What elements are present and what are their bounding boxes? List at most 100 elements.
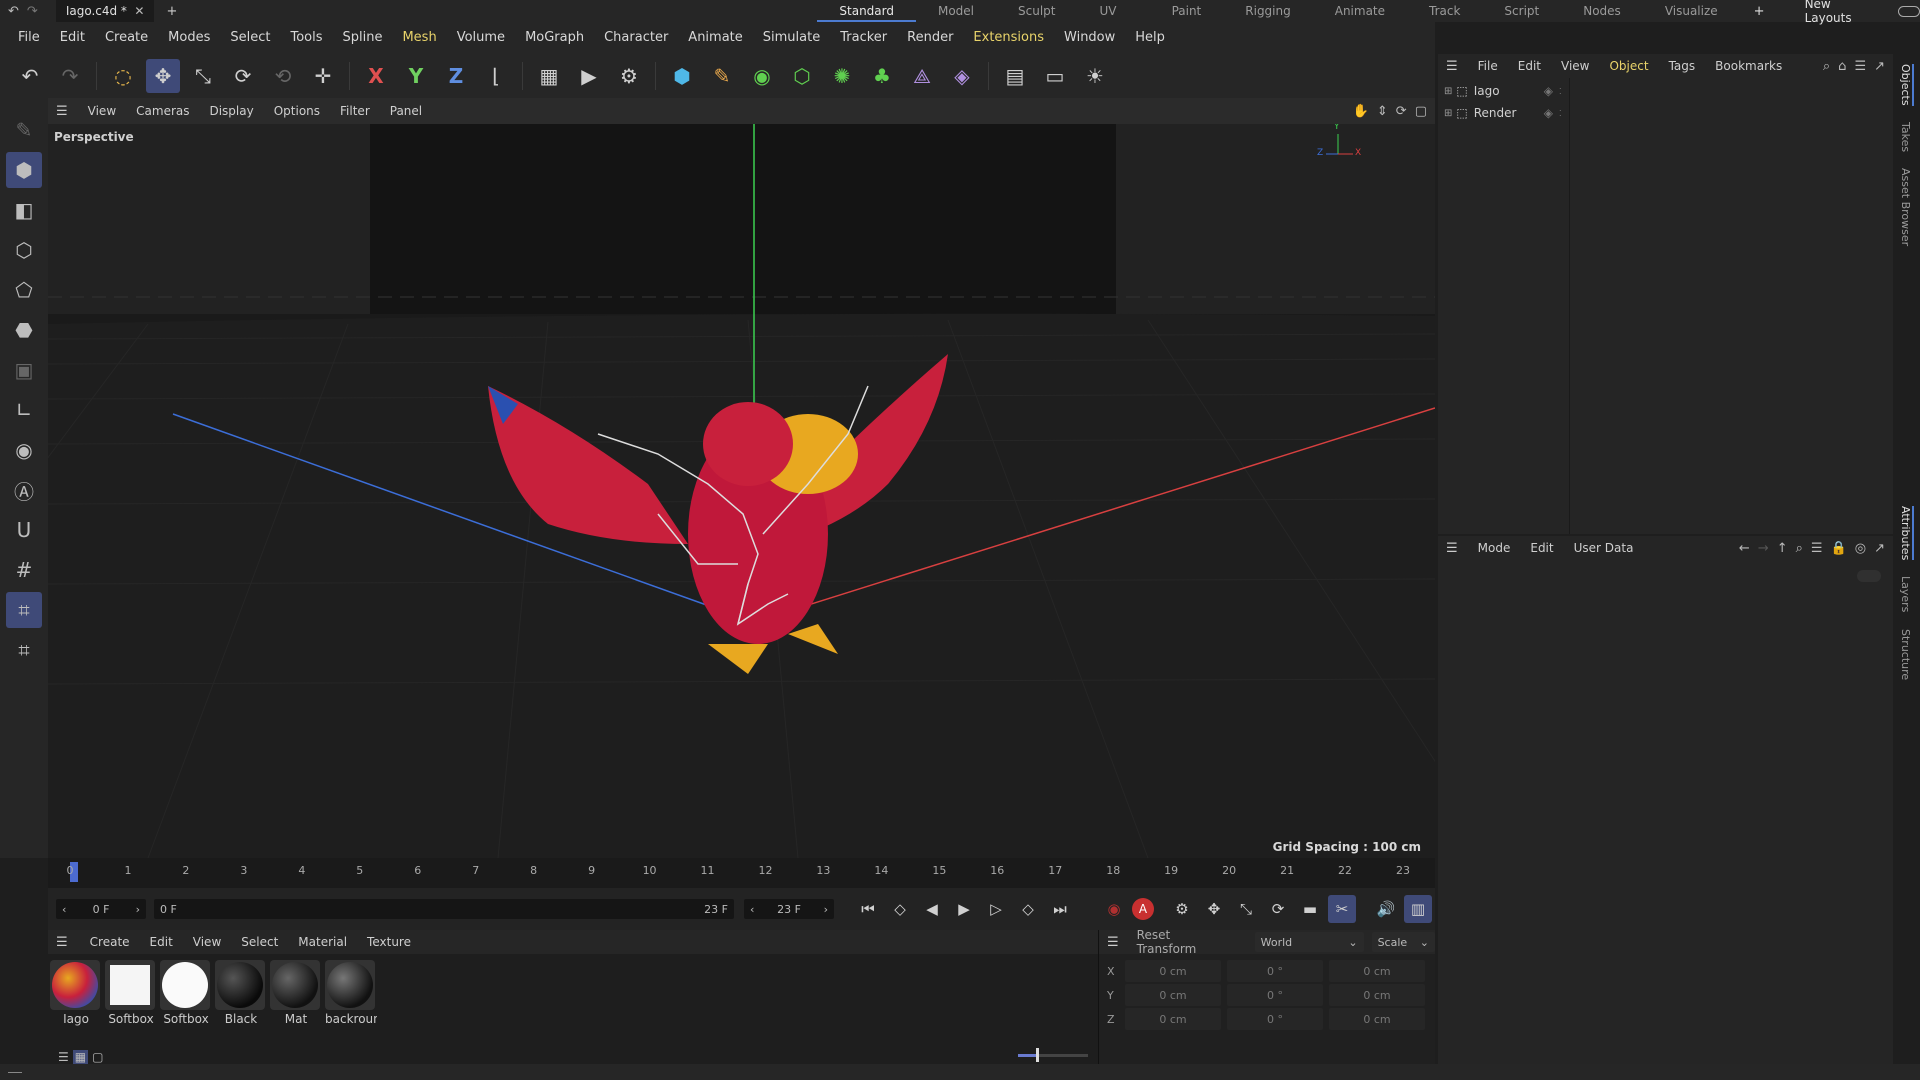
frame-range-field[interactable]: 0 F 23 F: [154, 899, 734, 919]
polygon-mode-icon[interactable]: ⬣: [6, 312, 42, 348]
viewport[interactable]: Perspective Y X Z Grid Spacing : 100 cm: [48, 124, 1435, 858]
material-menu-texture[interactable]: Texture: [357, 929, 421, 955]
attr-menu-edit[interactable]: Edit: [1520, 535, 1563, 561]
layer-icon[interactable]: ◈: [1544, 84, 1553, 98]
menu-file[interactable]: File: [8, 22, 50, 54]
goto-end-icon[interactable]: ⏭: [1046, 895, 1074, 923]
new-tab-icon[interactable]: +: [166, 4, 177, 19]
live-selection-icon[interactable]: ◌: [106, 59, 140, 93]
field-icon[interactable]: ◈: [945, 59, 979, 93]
filter-icon[interactable]: ☰: [1854, 59, 1866, 74]
menu-window[interactable]: Window: [1054, 22, 1125, 54]
mograph-icon[interactable]: ♣: [865, 59, 899, 93]
layout-tab-paint[interactable]: Paint: [1150, 0, 1224, 22]
material-menu-select[interactable]: Select: [231, 929, 288, 955]
object-menu-view[interactable]: View: [1551, 53, 1599, 79]
texture-mode-icon[interactable]: ◧: [6, 192, 42, 228]
layout-tab-track[interactable]: Track: [1407, 0, 1482, 22]
layout-tab-animate[interactable]: Animate: [1313, 0, 1407, 22]
object-menu-bookmarks[interactable]: Bookmarks: [1705, 53, 1792, 79]
menu-spline[interactable]: Spline: [333, 22, 393, 54]
model-mode-icon[interactable]: ⬢: [6, 152, 42, 188]
chevron-right-icon[interactable]: ›: [136, 903, 140, 916]
snap-icon[interactable]: U: [6, 512, 42, 548]
point-mode-icon[interactable]: ⬡: [6, 232, 42, 268]
up-arrow-icon[interactable]: ↑: [1777, 541, 1788, 556]
menu-tracker[interactable]: Tracker: [830, 22, 897, 54]
material-item[interactable]: backroun: [325, 960, 377, 1026]
side-tab-objects[interactable]: Objects: [1899, 64, 1914, 106]
chevron-left-icon[interactable]: ‹: [750, 903, 754, 916]
render-view-icon[interactable]: ▦: [532, 59, 566, 93]
cloner-icon[interactable]: ✺: [825, 59, 859, 93]
material-item[interactable]: Black: [215, 960, 267, 1026]
zoom-slider[interactable]: [1018, 1048, 1088, 1062]
layout-tab-rigging[interactable]: Rigging: [1223, 0, 1312, 22]
material-item[interactable]: Softbox: [105, 960, 157, 1026]
extrude-icon[interactable]: ⬡: [785, 59, 819, 93]
edge-mode-icon[interactable]: ⬠: [6, 272, 42, 308]
attr-toggle[interactable]: [1857, 570, 1881, 582]
menu-character[interactable]: Character: [594, 22, 678, 54]
side-tab-takes[interactable]: Takes: [1899, 122, 1912, 152]
key-scale-icon[interactable]: ⤡: [1232, 895, 1260, 923]
menu-extensions[interactable]: Extensions: [963, 22, 1054, 54]
y-axis-lock[interactable]: Y: [399, 59, 433, 93]
layout-tab-uv-edit[interactable]: UV Edit: [1078, 0, 1150, 40]
grid-view-icon[interactable]: ▦: [72, 1050, 89, 1064]
subdivision-icon[interactable]: ◉: [745, 59, 779, 93]
position-field[interactable]: 0 cm: [1125, 1008, 1221, 1030]
scale-field[interactable]: 0 cm: [1329, 1008, 1425, 1030]
workplane-icon[interactable]: ∟: [6, 392, 42, 428]
camera-icon[interactable]: ▭: [1038, 59, 1072, 93]
side-tab-structure[interactable]: Structure: [1899, 629, 1912, 680]
move-tool-icon[interactable]: ✥: [146, 59, 180, 93]
lock-icon[interactable]: 🔒: [1831, 541, 1847, 556]
motion-clip-icon[interactable]: ▥: [1404, 895, 1432, 923]
menu-simulate[interactable]: Simulate: [753, 22, 830, 54]
object-row[interactable]: ⊞ ⬚ Iago ◈ ⁚: [1444, 80, 1893, 102]
sound-icon[interactable]: 🔊: [1372, 895, 1400, 923]
space-select[interactable]: World ⌄: [1254, 932, 1364, 952]
key-pla-icon[interactable]: ✂: [1328, 895, 1356, 923]
axis-icon[interactable]: Ⓐ: [6, 472, 42, 508]
visibility-dots-icon[interactable]: ⁚: [1559, 87, 1562, 96]
undo-icon[interactable]: ↶: [8, 4, 19, 19]
viewport-menu-view[interactable]: View: [78, 98, 126, 124]
side-tab-layers[interactable]: Layers: [1899, 576, 1912, 612]
dolly-icon[interactable]: ⇕: [1377, 104, 1388, 119]
material-menu-material[interactable]: Material: [288, 929, 357, 955]
floor-icon[interactable]: ▤: [998, 59, 1032, 93]
hamburger-icon[interactable]: ☰: [56, 104, 68, 119]
snap-settings-icon[interactable]: ⌗: [6, 632, 42, 668]
layout-tab-standard[interactable]: Standard: [817, 0, 916, 22]
position-field[interactable]: 0 cm: [1125, 984, 1221, 1006]
forward-arrow-icon[interactable]: →: [1758, 541, 1769, 556]
layout-tab-sculpt[interactable]: Sculpt: [996, 0, 1077, 22]
next-key-icon[interactable]: ◇: [1014, 895, 1042, 923]
layout-tab-nodes[interactable]: Nodes: [1561, 0, 1643, 22]
menu-create[interactable]: Create: [95, 22, 158, 54]
chevron-right-icon[interactable]: ›: [824, 903, 828, 916]
current-frame-field[interactable]: ‹ 0 F ›: [56, 899, 146, 919]
goto-start-icon[interactable]: ⏮: [854, 895, 882, 923]
object-menu-file[interactable]: File: [1468, 53, 1508, 79]
rotation-field[interactable]: 0 °: [1227, 960, 1323, 982]
home-icon[interactable]: ⌂: [1838, 59, 1846, 74]
file-tab[interactable]: Iago.c4d * ✕: [55, 0, 155, 22]
hamburger-icon[interactable]: ☰: [1107, 935, 1119, 950]
coordinate-system-icon[interactable]: ⌊: [479, 59, 513, 93]
list-view-icon[interactable]: ☰: [58, 1050, 69, 1064]
material-menu-view[interactable]: View: [183, 929, 231, 955]
key-rotation-icon[interactable]: ⟳: [1264, 895, 1292, 923]
redo-icon[interactable]: ↷: [53, 59, 87, 93]
solo-icon[interactable]: ◉: [6, 432, 42, 468]
mode-select[interactable]: Scale ⌄: [1371, 932, 1435, 952]
position-field[interactable]: 0 cm: [1125, 960, 1221, 982]
menu-animate[interactable]: Animate: [678, 22, 752, 54]
viewport-menu-options[interactable]: Options: [264, 98, 330, 124]
back-arrow-icon[interactable]: ←: [1739, 541, 1750, 556]
filter-icon[interactable]: ☰: [1811, 541, 1823, 556]
layout-tab-visualize[interactable]: Visualize: [1643, 0, 1740, 22]
make-editable-icon[interactable]: ✎: [6, 112, 42, 148]
